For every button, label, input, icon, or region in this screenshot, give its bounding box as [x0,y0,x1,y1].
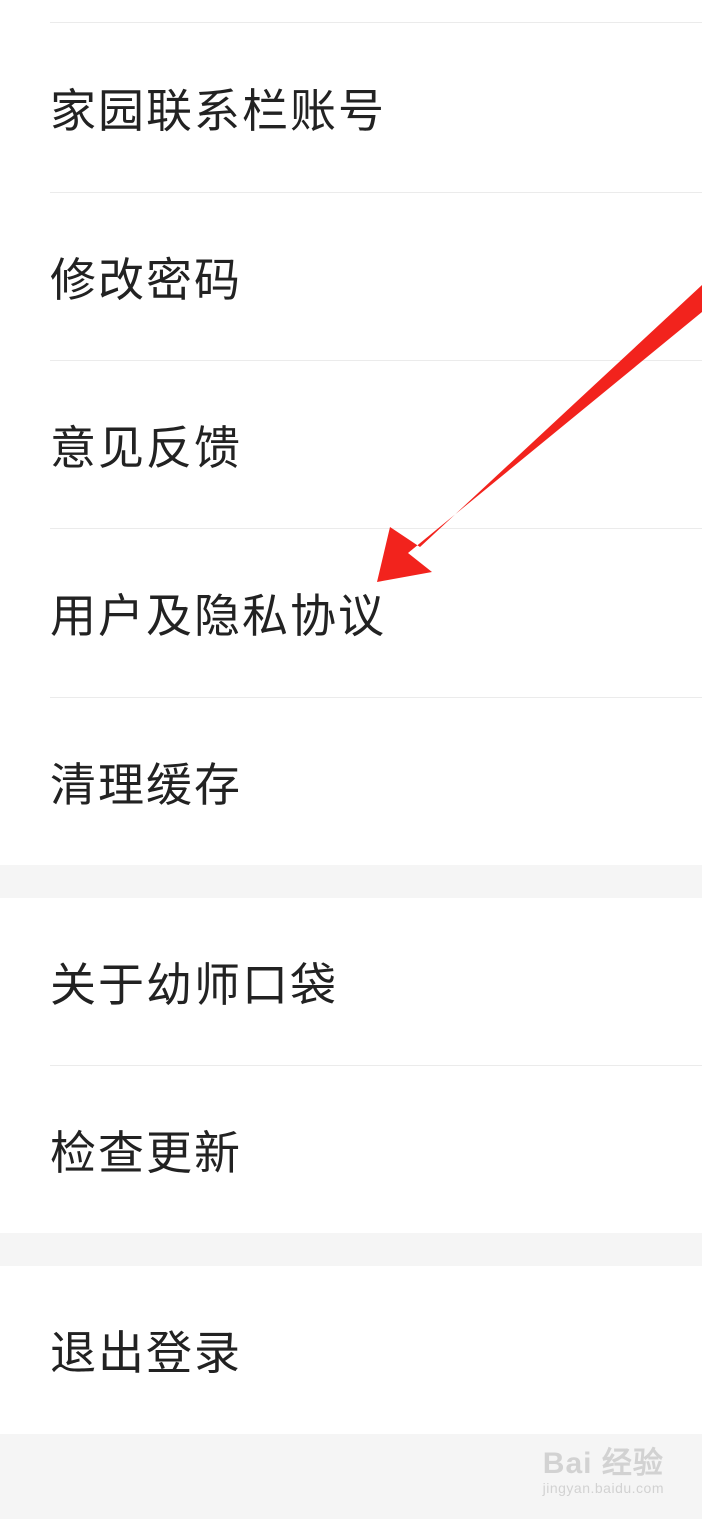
baidu-jingyan-watermark: Bai 经验 jingyan.baidu.com [543,1438,664,1496]
settings-group-logout: 退出登录 [0,1266,702,1434]
menu-item-label: 意见反馈 [50,420,242,475]
settings-group-account: 家园联系栏账号 修改密码 意见反馈 用户及隐私协议 清理缓存 [0,0,702,865]
divider [50,22,702,23]
menu-item-label: 关于幼师口袋 [50,957,338,1012]
logout-label: 退出登录 [50,1326,242,1380]
watermark-brand: Bai 经验 [542,1447,664,1480]
menu-item-label: 检查更新 [50,1125,242,1180]
menu-item-check-update[interactable]: 检查更新 [0,1066,702,1233]
menu-item-change-password[interactable]: 修改密码 [0,193,702,360]
menu-item-label: 用户及隐私协议 [50,589,386,643]
menu-item-about[interactable]: 关于幼师口袋 [0,898,702,1065]
menu-item-user-privacy-agreement[interactable]: 用户及隐私协议 [0,529,702,697]
menu-item-clear-cache[interactable]: 清理缓存 [0,698,702,865]
menu-item-label: 修改密码 [50,252,242,307]
settings-group-about: 关于幼师口袋 检查更新 [0,898,702,1233]
watermark-url: jingyan.baidu.com [542,1480,664,1496]
logout-button[interactable]: 退出登录 [0,1266,702,1434]
menu-item-label: 清理缓存 [50,757,242,812]
menu-item-label: 家园联系栏账号 [50,84,386,138]
menu-item-home-contact-account[interactable]: 家园联系栏账号 [0,24,702,192]
menu-item-feedback[interactable]: 意见反馈 [0,361,702,528]
